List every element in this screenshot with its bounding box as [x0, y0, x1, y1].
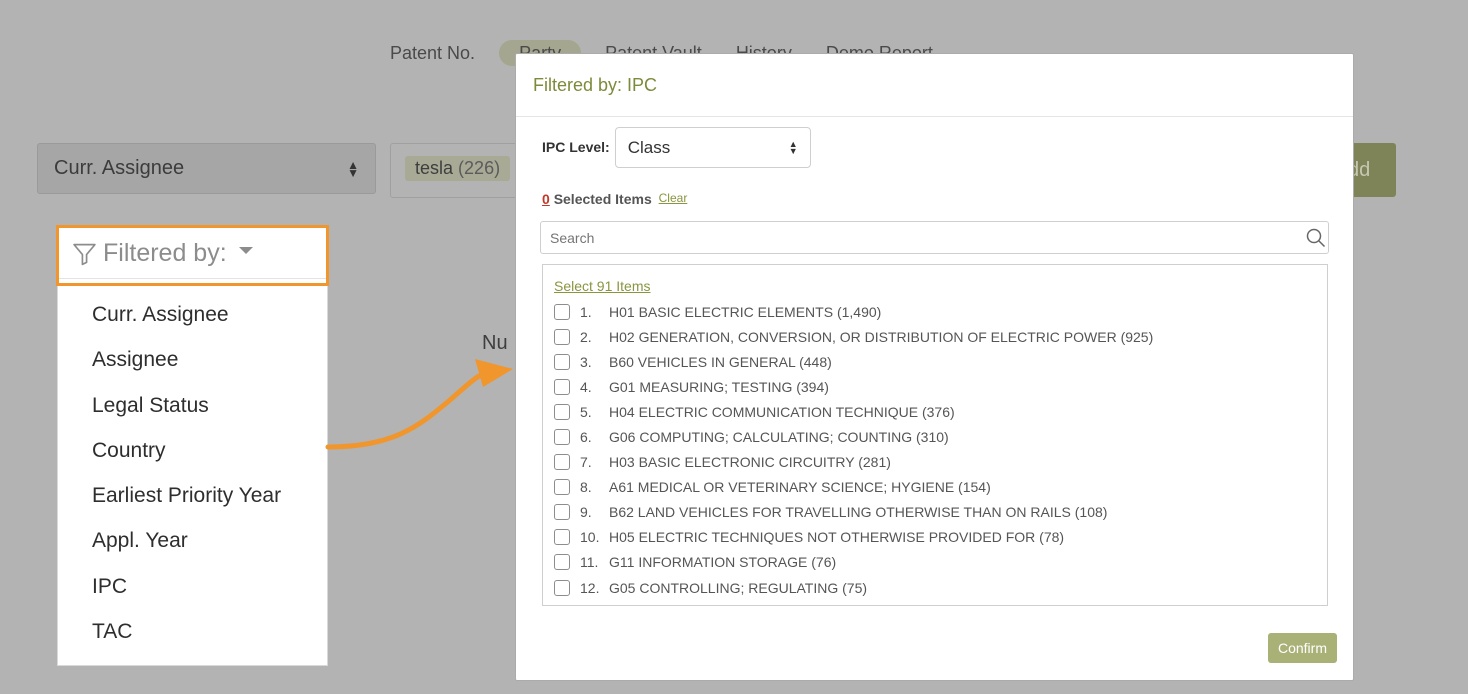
item-label: H01 BASIC ELECTRIC ELEMENTS (1,490)	[609, 303, 882, 320]
ipc-level-select[interactable]: Class ▲ ▼	[614, 127, 811, 168]
filter-option-ipc[interactable]: IPC	[58, 573, 327, 618]
filter-option-curr-assignee[interactable]: Curr. Assignee	[58, 301, 327, 346]
item-number: 9.	[580, 504, 592, 521]
list-item[interactable]	[554, 600, 1327, 605]
tag-count: (226)	[458, 158, 501, 178]
item-number: 8.	[580, 479, 592, 496]
checkbox[interactable]	[554, 454, 570, 471]
item-number: 10.	[580, 529, 600, 546]
checkbox[interactable]	[554, 604, 570, 605]
field-select[interactable]: Curr. Assignee ▲ ▼	[37, 143, 376, 194]
checkbox[interactable]	[554, 353, 570, 370]
checkbox[interactable]	[554, 328, 570, 345]
ipc-list: Select 91 Items 1. H01 BASIC ELECTRIC ELE…	[542, 264, 1328, 606]
list-item[interactable]: 2. H02 GENERATION, CONVERSION, OR DISTRIB…	[554, 324, 1327, 349]
sort-arrows-icon: ▲ ▼	[788, 138, 798, 156]
caret-down-icon	[238, 247, 253, 254]
checkbox[interactable]	[554, 504, 570, 521]
item-number: 6.	[580, 429, 592, 446]
item-number: 12.	[580, 579, 600, 596]
annotation-arrow-icon	[325, 359, 513, 450]
tag-label: tesla	[415, 158, 454, 178]
checkbox[interactable]	[554, 579, 570, 596]
checkbox[interactable]	[554, 378, 570, 395]
list-item[interactable]: 11. G11 INFORMATION STORAGE (76)	[554, 550, 1327, 575]
filter-option-appl-year[interactable]: Appl. Year	[58, 527, 327, 572]
modal-title: Filtered by: IPC	[516, 54, 1353, 117]
selected-items-row: 0 Selected Items Clear	[542, 191, 687, 207]
list-item[interactable]: 12. G05 CONTROLLING; REGULATING (75)	[554, 575, 1327, 600]
confirm-button[interactable]: Confirm	[1268, 633, 1337, 663]
checkbox[interactable]	[554, 479, 570, 496]
item-label: G11 INFORMATION STORAGE (76)	[609, 554, 837, 571]
list-item[interactable]: 7. H03 BASIC ELECTRONIC CIRCUITRY (281)	[554, 450, 1327, 475]
item-label: G06 COMPUTING; CALCULATING; COUNTING (31…	[609, 429, 949, 446]
select-all-link[interactable]: Select 91 Items	[554, 278, 1327, 299]
filter-menu: Curr. Assignee Assignee Legal Status Cou…	[57, 286, 328, 666]
checkbox[interactable]	[554, 403, 570, 420]
item-number: 4.	[580, 378, 592, 395]
checkbox[interactable]	[554, 554, 570, 571]
item-number: 11.	[580, 554, 599, 571]
sort-arrows-icon: ▲ ▼	[347, 157, 359, 180]
list-item[interactable]: 6. G06 COMPUTING; CALCULATING; COUNTING (…	[554, 424, 1327, 449]
selected-count: 0	[542, 191, 550, 207]
item-label: H05 ELECTRIC TECHNIQUES NOT OTHERWISE PR…	[609, 529, 1065, 546]
item-label: B60 VEHICLES IN GENERAL (448)	[609, 353, 832, 370]
item-label: B62 LAND VEHICLES FOR TRAVELLING OTHERWI…	[609, 504, 1108, 521]
selected-items-label: Selected Items	[553, 191, 652, 207]
clear-link[interactable]: Clear	[659, 191, 688, 205]
search-icon[interactable]	[1306, 228, 1326, 248]
list-item[interactable]: 9. B62 LAND VEHICLES FOR TRAVELLING OTHER…	[554, 500, 1327, 525]
checkbox[interactable]	[554, 529, 570, 546]
item-number: 1.	[580, 303, 592, 320]
filter-option-assignee[interactable]: Assignee	[58, 346, 327, 391]
item-number: 5.	[580, 403, 592, 420]
list-item[interactable]: 1. H01 BASIC ELECTRIC ELEMENTS (1,490)	[554, 299, 1327, 324]
item-label: A61 MEDICAL OR VETERINARY SCIENCE; HYGIE…	[609, 479, 991, 496]
filter-icon	[73, 243, 96, 265]
ipc-level-row: IPC Level: Class ▲ ▼	[542, 127, 811, 168]
filter-option-tac[interactable]: TAC	[58, 618, 327, 663]
field-select-value: Curr. Assignee	[54, 157, 185, 179]
ipc-filter-modal: Filtered by: IPC IPC Level: Class ▲ ▼ 0 S…	[515, 53, 1354, 681]
list-item[interactable]: 5. H04 ELECTRIC COMMUNICATION TECHNIQUE (…	[554, 399, 1327, 424]
item-number: 3.	[580, 353, 592, 370]
tag-chip[interactable]: tesla (226)	[405, 156, 511, 181]
filter-option-earliest-priority-year[interactable]: Earliest Priority Year	[58, 482, 327, 527]
tag-input[interactable]: tesla (226)	[390, 143, 530, 198]
filter-label: Filtered by:	[103, 239, 227, 267]
tab-patent-no[interactable]: Patent No.	[380, 40, 485, 66]
divider	[59, 278, 326, 279]
item-label: H02 GENERATION, CONVERSION, OR DISTRIBUT…	[609, 328, 1154, 345]
checkbox[interactable]	[554, 429, 570, 446]
list-item[interactable]: 3. B60 VEHICLES IN GENERAL (448)	[554, 349, 1327, 374]
item-number: 2.	[580, 328, 592, 345]
search-input[interactable]	[540, 221, 1329, 254]
item-label: H04 ELECTRIC COMMUNICATION TECHNIQUE (37…	[609, 403, 955, 420]
ipc-level-value: Class	[627, 137, 671, 157]
filter-dropdown-toggle[interactable]: Filtered by:	[56, 225, 329, 286]
list-item[interactable]: 8. A61 MEDICAL OR VETERINARY SCIENCE; HYG…	[554, 475, 1327, 500]
ipc-level-label: IPC Level:	[542, 139, 610, 155]
filter-option-country[interactable]: Country	[58, 437, 327, 482]
checkbox[interactable]	[554, 303, 570, 320]
filter-option-legal-status[interactable]: Legal Status	[58, 392, 327, 437]
list-item[interactable]: 4. G01 MEASURING; TESTING (394)	[554, 374, 1327, 399]
item-label: G05 CONTROLLING; REGULATING (75)	[609, 579, 868, 596]
background-heading: Nu	[482, 332, 508, 354]
item-label: H03 BASIC ELECTRONIC CIRCUITRY (281)	[609, 454, 891, 471]
item-number: 7.	[580, 454, 592, 471]
item-label: G01 MEASURING; TESTING (394)	[609, 378, 829, 395]
list-item[interactable]: 10. H05 ELECTRIC TECHNIQUES NOT OTHERWISE…	[554, 525, 1327, 550]
